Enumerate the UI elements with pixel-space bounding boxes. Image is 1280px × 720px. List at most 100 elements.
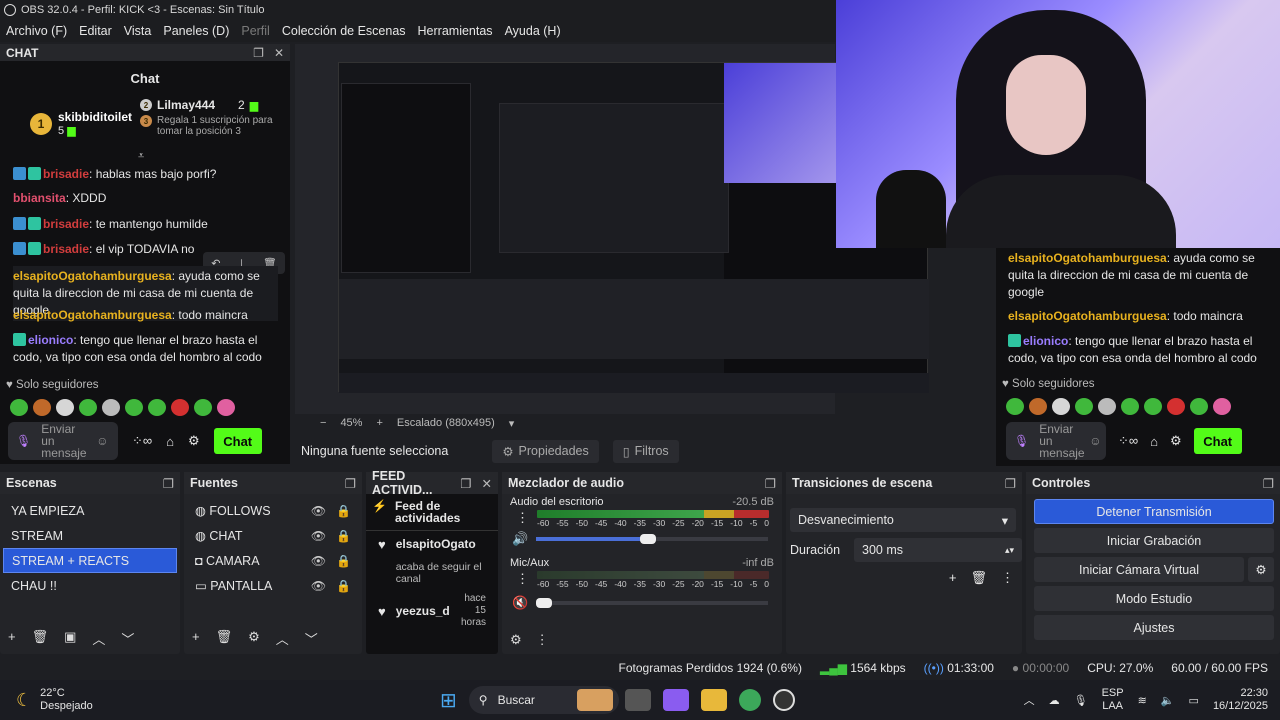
source-item[interactable]: ◍ FOLLOWS 👁 🔒 [187,498,359,523]
settings-icon[interactable]: ⚙ [188,433,200,449]
close-icon[interactable]: ✕ [482,476,492,491]
source-item[interactable]: ◍ CHAT 👁 🔒 [187,523,359,548]
kebab-menu-icon[interactable]: ⋮ [1001,570,1014,586]
add-icon[interactable]: + [949,570,957,586]
scene-item-selected[interactable]: STREAM + REACTS [3,548,177,573]
muted-icon[interactable]: 🔇 [512,595,528,611]
menu-ayuda[interactable]: Ayuda (H) [499,24,567,38]
move-down-icon[interactable]: ﹀ [305,629,318,648]
volume-slider[interactable] [536,534,769,544]
emote-icon[interactable] [33,399,51,416]
transition-select[interactable]: Desvanecimiento ▾ [790,508,1016,532]
gear-icon[interactable]: ⚙ [248,629,260,648]
scroll-down-icon[interactable]: ⩡ [138,150,144,163]
chat-send-button[interactable]: Chat [213,428,262,454]
chat-username[interactable]: brisadie [43,167,89,181]
move-down-icon[interactable]: ﹀ [121,629,134,648]
menu-paneles[interactable]: Paneles (D) [157,24,235,38]
store-icon[interactable]: ⌂ [166,434,174,449]
start-recording-button[interactable]: Iniciar Grabación [1034,528,1274,553]
kebab-menu-icon[interactable]: ⋮ [516,510,529,528]
community-icon[interactable]: ⁘∞ [132,433,152,449]
virtual-camera-button[interactable]: Iniciar Cámara Virtual [1034,557,1244,582]
chat-username[interactable]: brisadie [43,217,89,231]
chat-input[interactable]: 🎙 Enviar un mensaje ☺ [8,422,118,460]
chat-username[interactable]: elionico [28,333,73,347]
zoom-out-icon[interactable]: − [320,417,326,429]
gear-icon[interactable]: ⚙ [510,632,522,648]
remove-icon[interactable]: 🗑 [970,570,987,586]
menu-herramientas[interactable]: Herramientas [412,24,499,38]
menu-vista[interactable]: Vista [118,24,158,38]
chat-username[interactable]: elsapitoOgatohamburguesa [13,308,172,322]
lock-icon[interactable]: 🔒 [336,554,351,568]
settings-button[interactable]: Ajustes [1034,615,1274,640]
move-up-icon[interactable]: ︿ [276,629,289,648]
scene-item[interactable]: STREAM [3,523,177,548]
copilot-icon[interactable] [662,689,689,711]
emote-icon[interactable] [10,399,28,416]
obs-icon[interactable] [772,689,795,711]
battery-icon[interactable]: ▭ [1189,694,1199,707]
zoom-in-icon[interactable]: + [376,417,382,429]
weather-widget[interactable]: ☾ 22°C Despejado [0,687,440,713]
chat-username[interactable]: bbiansita [13,191,66,205]
chevron-down-icon[interactable]: ▾ [509,417,515,430]
filter-icon[interactable]: ▣ [64,629,76,648]
float-icon[interactable]: ❐ [460,476,471,491]
eye-icon[interactable]: 👁 [311,529,326,543]
move-up-icon[interactable]: ︿ [92,629,105,648]
virtual-camera-settings-icon[interactable]: ⚙ [1248,557,1274,582]
scene-item[interactable]: CHAU !! [3,573,177,598]
emote-icon[interactable] [194,399,212,416]
emote-icon[interactable] [125,399,143,416]
add-icon[interactable]: + [192,629,200,648]
lock-icon[interactable]: 🔒 [336,579,351,593]
lock-icon[interactable]: 🔒 [336,529,351,543]
volume-icon[interactable]: 🔊 [512,531,528,547]
properties-button[interactable]: ⚙ Propiedades [492,439,599,463]
remove-icon[interactable]: 🗑 [216,629,233,648]
emote-icon[interactable] [171,399,189,416]
float-icon[interactable]: ❐ [253,46,264,60]
float-icon[interactable]: ❐ [1263,476,1274,491]
taskbar-search[interactable]: ⚲ Buscar [468,686,619,714]
close-icon[interactable]: ✕ [274,46,284,60]
chevron-up-icon[interactable]: ︿ [1024,692,1035,708]
microphone-icon[interactable]: 🎙 [1074,694,1088,707]
scene-item[interactable]: YA EMPIEZA [3,498,177,523]
source-item[interactable]: ◘ CAMARA 👁 🔒 [187,548,359,573]
emote-icon[interactable] [79,399,97,416]
scale-label[interactable]: Escalado (880x495) [397,417,495,429]
float-icon[interactable]: ❐ [345,476,356,491]
chat-username[interactable]: brisadie [43,242,89,256]
eye-icon[interactable]: 👁 [311,554,326,568]
float-icon[interactable]: ❐ [1005,476,1016,491]
windows-start-icon[interactable]: ⊞ [440,688,457,713]
menu-archivo[interactable]: Archivo (F) [0,24,73,38]
wifi-icon[interactable]: ≋ [1138,694,1147,707]
eye-icon[interactable]: 👁 [311,504,326,518]
emote-icon[interactable] [217,399,235,416]
add-icon[interactable]: + [8,629,16,648]
language-indicator[interactable]: ESP LAA [1102,687,1124,713]
menu-editar[interactable]: Editar [73,24,118,38]
remove-icon[interactable]: 🗑 [32,629,49,648]
menu-perfil[interactable]: Perfil [235,24,275,38]
float-icon[interactable]: ❐ [765,476,776,491]
emote-icon[interactable] [148,399,166,416]
emote-icon[interactable] [102,399,120,416]
menu-coleccion[interactable]: Colección de Escenas [276,24,412,38]
studio-mode-button[interactable]: Modo Estudio [1034,586,1274,611]
kebab-menu-icon[interactable]: ⋮ [536,632,549,648]
eye-icon[interactable]: 👁 [311,579,326,593]
kebab-menu-icon[interactable]: ⋮ [516,571,529,589]
float-icon[interactable]: ❐ [163,476,174,491]
duration-spinbox[interactable]: 300 ms ▴▾ [854,538,1022,562]
clock[interactable]: 22:30 16/12/2025 [1213,687,1268,713]
task-view-icon[interactable] [624,689,651,711]
chat-username[interactable]: elsapitoOgatohamburguesa [13,269,172,283]
lock-icon[interactable]: 🔒 [336,504,351,518]
volume-slider[interactable] [536,598,769,608]
microphone-icon[interactable]: 🎙 [16,435,31,447]
